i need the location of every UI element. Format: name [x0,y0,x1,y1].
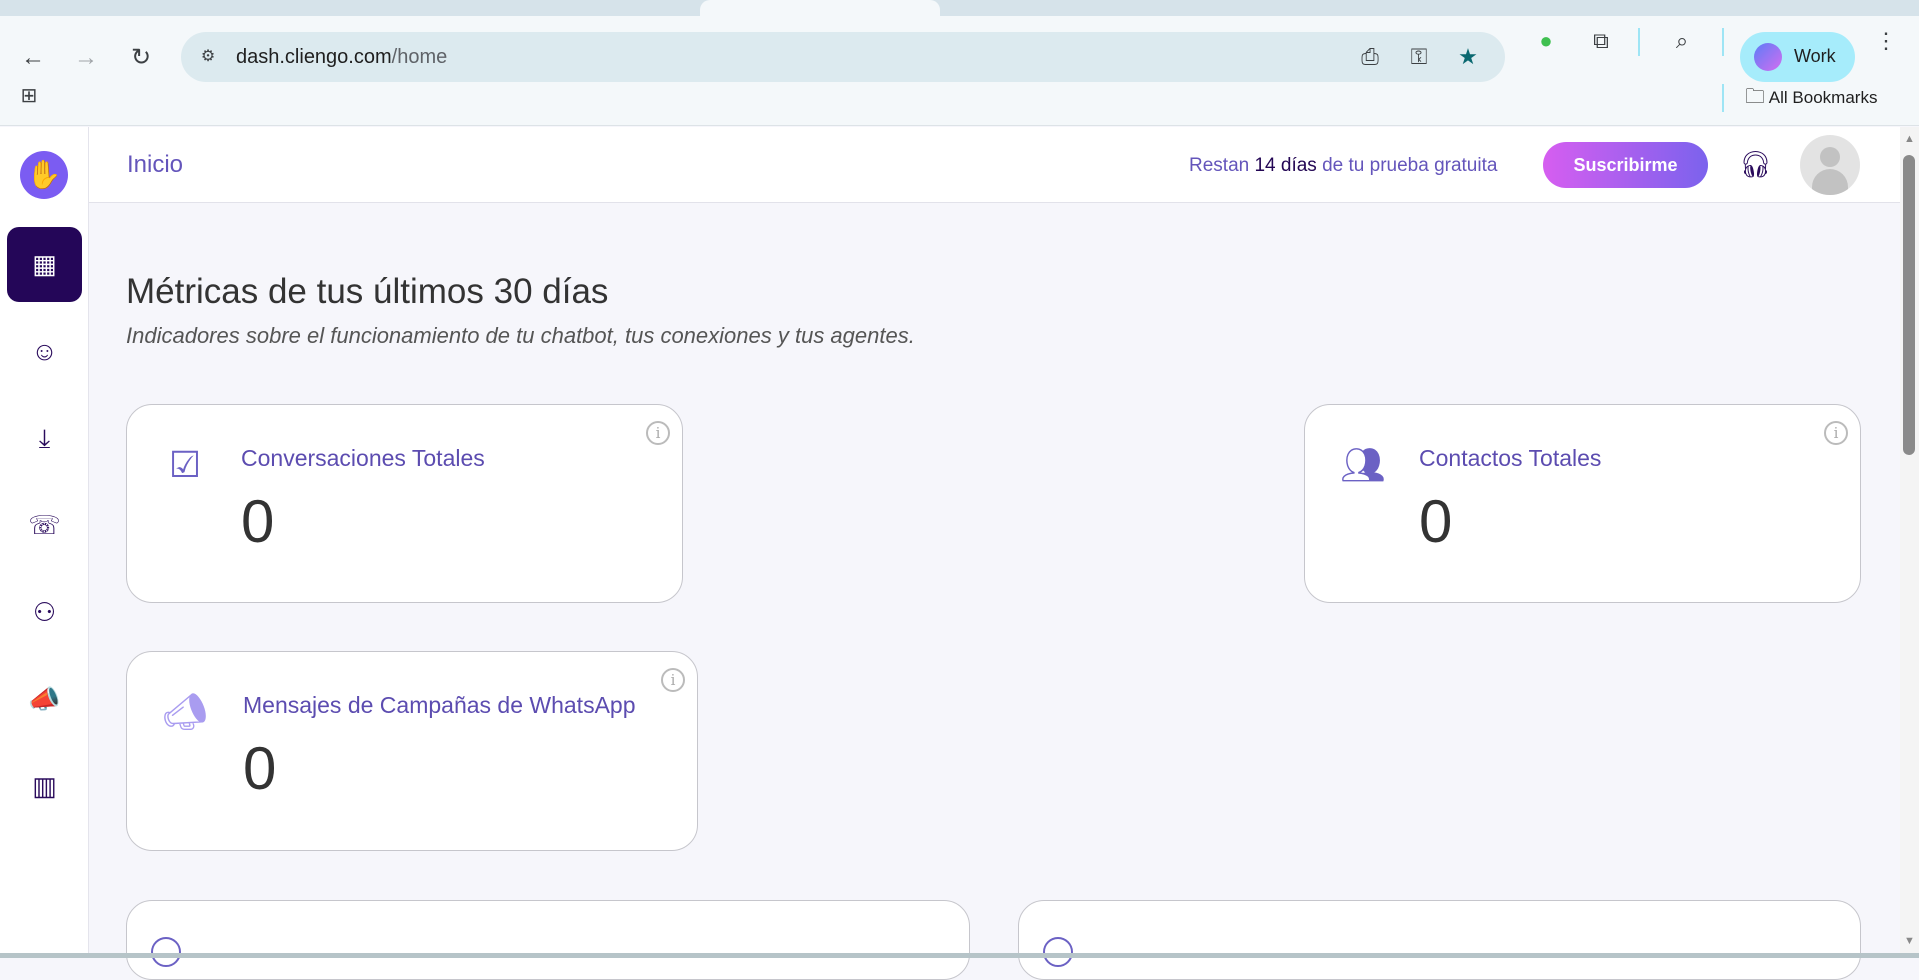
profile-avatar [1754,43,1782,71]
tab-strip [0,0,1919,16]
url-host: dash.cliengo.com [236,46,392,68]
phonebook-icon: ☏ [28,510,61,540]
url-text[interactable]: dash.cliengo.com/home [236,46,447,69]
active-tab[interactable] [700,0,940,16]
chart-card-right [1018,900,1861,980]
scrollbar-thumb[interactable] [1903,155,1915,455]
trial-prefix: Restan [1189,155,1255,176]
breadcrumb[interactable]: Inicio [127,151,183,179]
extensions-puzzle-icon[interactable]: ⧉ [1586,27,1616,55]
user-avatar[interactable] [1800,135,1860,195]
page-title: Métricas de tus últimos 30 días [126,272,609,311]
app-header: Inicio Restan 14 días de tu prueba gratu… [89,127,1900,203]
password-key-icon[interactable]: ⚿ [1404,43,1434,71]
megaphone-icon: 📣︎ [162,691,208,732]
folder-icon: 🗀 [1745,86,1765,108]
metric-card-contacts: i 👥︎ Contactos Totales 0 [1304,404,1861,603]
metric-value: 0 [241,488,275,555]
address-bar[interactable]: ⚙ dash.cliengo.com/home ⎙ ⚿ ★ [181,32,1505,82]
trial-days: 14 días [1254,155,1317,176]
metric-card-conversations: i ☑ Conversaciones Totales 0 [126,404,683,603]
install-app-icon[interactable]: ⎙ [1355,43,1385,71]
info-icon[interactable]: i [661,668,685,692]
inbox-icon: ⤓ [38,423,51,453]
metric-value: 0 [243,735,277,802]
chat-check-icon: ☑ [168,444,202,485]
url-path: /home [391,46,448,68]
support-headset-icon[interactable]: 🎧︎ [1739,149,1772,180]
apps-grid-icon[interactable]: ⊞ [14,82,44,110]
sidebar-item-team[interactable]: ⚇ [7,575,82,650]
back-icon[interactable]: ← [17,42,49,74]
metric-label: Contactos Totales [1419,445,1602,471]
chart-card-icon [1043,937,1073,967]
scroll-down-icon[interactable]: ▼ [1904,935,1915,947]
profile-button[interactable]: Work [1740,32,1855,82]
all-bookmarks-label: All Bookmarks [1768,88,1878,107]
trial-suffix: de tu prueba gratuita [1316,155,1498,176]
all-bookmarks[interactable]: 🗀 All Bookmarks [1745,82,1877,113]
browser-toolbar: ← → ↻ ⚙ dash.cliengo.com/home ⎙ ⚿ ★ ● ⧉ … [0,16,1919,126]
users-icon: ⚇ [32,597,57,627]
dashboard-icon: ▦ [32,249,57,279]
divider [1638,28,1640,56]
page-scrollbar[interactable]: ▲ ▼ [1900,127,1919,958]
bookmark-star-icon[interactable]: ★ [1453,43,1483,71]
tab-search-icon[interactable]: ⌕ [1667,27,1697,55]
sidebar-item-inbox[interactable]: ⤓ [7,401,82,476]
info-icon[interactable]: i [646,421,670,445]
metric-label: Mensajes de Campañas de WhatsApp [243,692,636,718]
subscribe-button[interactable]: Suscribirme [1543,142,1708,188]
bar-chart-icon: ▥ [32,771,57,801]
sidebar: ✋ ▦ ☺ ⤓ ☏ ⚇ 📣 ▥ [0,127,89,958]
trial-notice: Restan 14 días de tu prueba gratuita [1189,155,1497,177]
metric-label: Conversaciones Totales [241,445,485,471]
forward-icon[interactable]: → [70,42,102,74]
divider [1722,28,1724,56]
metric-card-whatsapp-campaigns: i 📣︎ Mensajes de Campañas de WhatsApp 0 [126,651,698,851]
scroll-up-icon[interactable]: ▲ [1904,133,1915,145]
sidebar-item-chatbot[interactable]: ☺ [7,314,82,389]
metric-value: 0 [1419,488,1453,555]
divider [1722,84,1724,112]
sidebar-item-dashboard[interactable]: ▦ [7,227,82,302]
sidebar-item-reports[interactable]: ▥ [7,749,82,824]
robot-icon: ☺ [31,336,58,366]
contacts-icon: 👥︎ [1340,444,1386,485]
chart-card-icon [151,937,181,967]
page-subtitle: Indicadores sobre el funcionamiento de t… [126,323,915,348]
info-icon[interactable]: i [1824,421,1848,445]
chart-card-left [126,900,970,980]
reload-icon[interactable]: ↻ [125,42,157,74]
sidebar-item-contacts[interactable]: ☏ [7,488,82,563]
more-menu-icon[interactable]: ⋮ [1871,27,1901,55]
megaphone-icon: 📣 [28,684,61,714]
extension-play-icon[interactable]: ● [1531,27,1561,55]
profile-label: Work [1794,46,1836,66]
window-bottom-edge [0,953,1919,958]
site-settings-icon[interactable]: ⚙ [193,43,223,71]
cliengo-logo-hand-icon[interactable]: ✋ [20,151,68,199]
sidebar-item-campaigns[interactable]: 📣 [7,662,82,737]
